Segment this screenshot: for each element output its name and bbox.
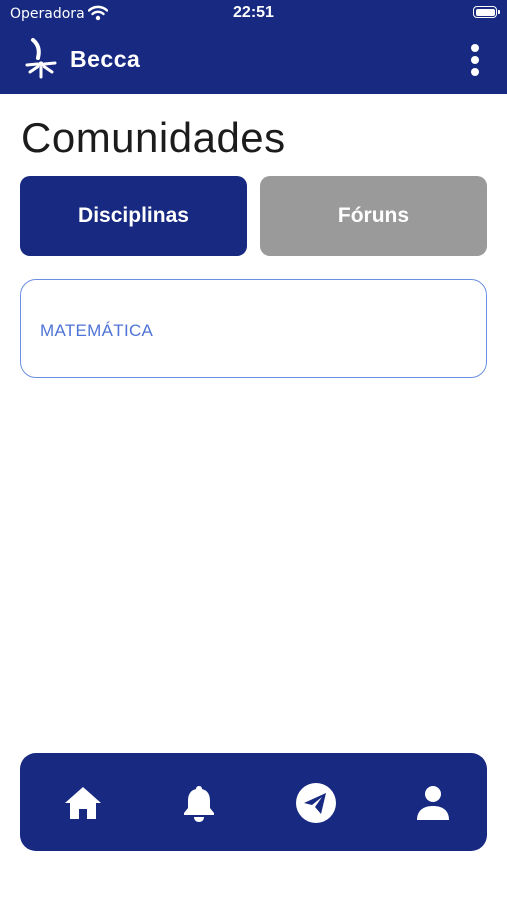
page-title: Comunidades — [21, 114, 286, 161]
user-icon — [417, 786, 449, 820]
home-icon — [65, 787, 101, 819]
tab-disciplinas[interactable]: Disciplinas — [20, 176, 247, 256]
nav-messages-button[interactable] — [295, 782, 337, 824]
bell-icon — [184, 786, 214, 822]
status-time: 22:51 — [233, 4, 274, 21]
tab-foruns[interactable]: Fóruns — [260, 176, 487, 256]
community-card-label: MATEMÁTICA — [40, 321, 154, 340]
more-vertical-icon — [471, 44, 479, 52]
nav-home-button[interactable] — [62, 782, 104, 824]
bottom-navigation — [20, 753, 487, 851]
nav-profile-button[interactable] — [412, 782, 454, 824]
battery-icon — [473, 6, 500, 18]
becca-logo-icon — [24, 38, 58, 80]
community-card-matematica[interactable]: MATEMÁTICA — [20, 279, 487, 378]
app-header: Operadora 22:51 Becca — [0, 0, 507, 94]
status-bar: Operadora 22:51 — [0, 0, 507, 28]
app-name: Becca — [70, 46, 141, 72]
send-icon — [296, 783, 336, 823]
nav-notifications-button[interactable] — [178, 782, 220, 824]
more-options-button[interactable] — [462, 42, 488, 78]
